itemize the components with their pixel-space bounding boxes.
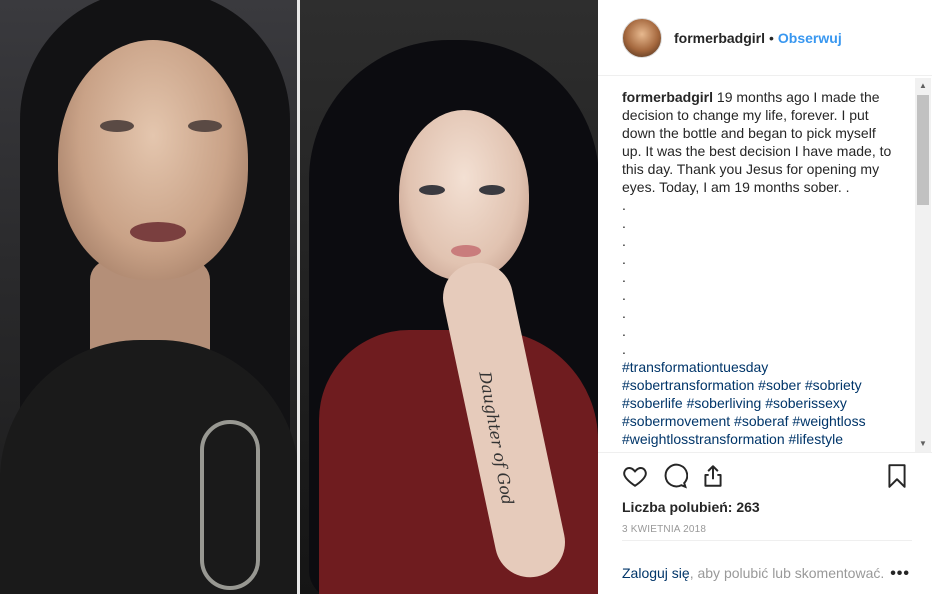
caption-dot: . [622, 269, 626, 285]
like-count[interactable]: Liczba polubień: 263 [622, 499, 760, 515]
post-photo[interactable]: Daughter of God [0, 0, 598, 594]
post-actions: Liczba polubień: 263 3 KWIETNIA 2018 [598, 452, 932, 554]
login-prompt-text: , aby polubić lub skomentować. [689, 565, 885, 581]
face-shape [58, 40, 248, 280]
necklace-shape [200, 420, 260, 590]
post-date: 3 KWIETNIA 2018 [622, 524, 707, 535]
caption: formerbadgirl 19 months ago I made the d… [622, 88, 896, 448]
eye-shape [188, 120, 222, 132]
action-icon-row [622, 463, 912, 493]
hashtag-link[interactable]: #sobertransformation #sober #sobriety [622, 377, 862, 393]
caption-scroll-area[interactable]: formerbadgirl 19 months ago I made the d… [622, 88, 918, 452]
hashtag-list: #transformationtuesday #sobertransformat… [622, 358, 896, 448]
comment-bar: Zaloguj się, aby polubić lub skomentować… [622, 540, 912, 594]
login-prompt: Zaloguj się, aby polubić lub skomentować… [622, 565, 884, 581]
hashtag-link[interactable]: #sobermovement #soberaf #weightloss [622, 413, 866, 429]
caption-dot: . [622, 251, 626, 267]
caption-dot: . [622, 197, 626, 213]
speech-bubble-icon[interactable] [662, 463, 690, 491]
scroll-up-arrow-icon[interactable]: ▲ [915, 78, 931, 94]
post-sidebar: formerbadgirl • Obserwuj formerbadgirl 1… [598, 0, 932, 594]
hashtag-link[interactable]: #soberlife #soberliving #soberissexy [622, 395, 847, 411]
hashtag-link[interactable]: #transformationtuesday [622, 359, 768, 375]
follow-button[interactable]: Obserwuj [778, 30, 842, 46]
photo-before [0, 0, 299, 594]
header-username[interactable]: formerbadgirl [674, 30, 765, 46]
hashtag-link[interactable]: #weightlosstransformation #lifestyle [622, 431, 843, 447]
mouth-shape [130, 222, 186, 242]
caption-dot: . [622, 323, 626, 339]
caption-scrollbar[interactable]: ▲ ▼ [915, 78, 931, 452]
caption-dot: . [622, 233, 626, 249]
photo-after: Daughter of God [299, 0, 598, 594]
login-link[interactable]: Zaloguj się [622, 565, 690, 581]
photo-divider [297, 0, 300, 594]
caption-username[interactable]: formerbadgirl [622, 89, 713, 105]
eye-shape [419, 185, 445, 195]
caption-dot: . [622, 287, 626, 303]
bookmark-icon[interactable] [884, 463, 912, 491]
caption-dot: . [622, 215, 626, 231]
scrollbar-thumb[interactable] [917, 95, 929, 205]
caption-dots: . . . . . . . . . [622, 196, 896, 358]
lips-shape [451, 245, 481, 257]
eye-shape [100, 120, 134, 132]
caption-dot: . [622, 341, 626, 357]
eye-shape [479, 185, 505, 195]
heart-outline-icon[interactable] [622, 463, 650, 491]
scroll-down-arrow-icon[interactable]: ▼ [915, 436, 931, 452]
header-separator: • [769, 29, 774, 46]
avatar[interactable] [622, 17, 662, 58]
post-header: formerbadgirl • Obserwuj [598, 0, 932, 76]
share-upload-icon[interactable] [700, 463, 728, 491]
more-options-button[interactable]: ••• [890, 565, 910, 583]
caption-dot: . [622, 305, 626, 321]
